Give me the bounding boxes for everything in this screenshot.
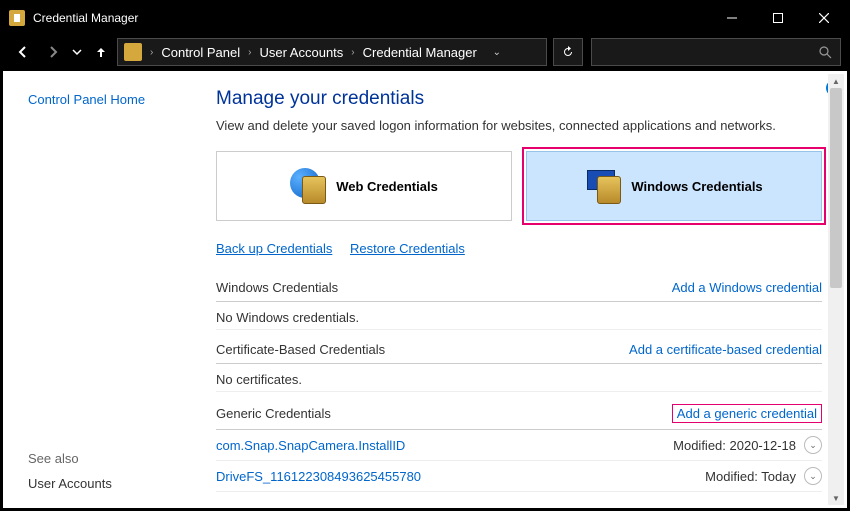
windows-credentials-tile[interactable]: Windows Credentials — [526, 151, 822, 221]
nav-bar: › Control Panel › User Accounts › Creden… — [3, 33, 847, 71]
chevron-down-icon[interactable]: ⌄ — [485, 47, 509, 58]
web-credentials-tile[interactable]: Web Credentials — [216, 151, 512, 221]
sidebar: Control Panel Home See also User Account… — [6, 74, 216, 505]
add-windows-credential-link[interactable]: Add a Windows credential — [672, 280, 822, 295]
title-bar: Credential Manager — [3, 3, 847, 33]
credential-modified: Modified: Today — [705, 469, 796, 484]
vertical-scrollbar[interactable]: ▲ ▼ — [828, 74, 844, 505]
backup-credentials-link[interactable]: Back up Credentials — [216, 241, 332, 256]
up-button[interactable] — [87, 37, 115, 67]
breadcrumb-item[interactable]: User Accounts — [259, 45, 343, 60]
folder-icon — [124, 43, 142, 61]
address-bar[interactable]: › Control Panel › User Accounts › Creden… — [117, 38, 547, 66]
credential-name: com.Snap.SnapCamera.InstallID — [216, 438, 405, 453]
breadcrumb-item[interactable]: Control Panel — [161, 45, 240, 60]
chevron-right-icon: › — [248, 47, 251, 58]
chevron-right-icon: › — [351, 47, 354, 58]
close-button[interactable] — [801, 3, 847, 33]
section-title: Certificate-Based Credentials — [216, 342, 385, 357]
scroll-thumb[interactable] — [830, 88, 842, 288]
expand-icon[interactable]: ⌄ — [804, 467, 822, 485]
back-button[interactable] — [9, 37, 37, 67]
globe-vault-icon — [290, 168, 326, 204]
page-subtext: View and delete your saved logon informa… — [216, 118, 822, 133]
add-generic-credential-link[interactable]: Add a generic credential — [672, 404, 822, 423]
see-also-label: See also — [28, 451, 216, 466]
credential-row[interactable]: DriveFS_116122308493625455780 Modified: … — [216, 461, 822, 492]
forward-button[interactable] — [39, 37, 67, 67]
scroll-up-arrow[interactable]: ▲ — [828, 74, 844, 88]
section-title: Generic Credentials — [216, 406, 331, 421]
search-box[interactable] — [591, 38, 841, 66]
breadcrumb-item[interactable]: Credential Manager — [363, 45, 477, 60]
maximize-button[interactable] — [755, 3, 801, 33]
tile-label: Windows Credentials — [631, 179, 762, 194]
window-title: Credential Manager — [33, 11, 138, 25]
app-icon — [9, 10, 25, 26]
add-cert-credential-link[interactable]: Add a certificate-based credential — [629, 342, 822, 357]
scroll-down-arrow[interactable]: ▼ — [828, 491, 844, 505]
minimize-button[interactable] — [709, 3, 755, 33]
section-title: Windows Credentials — [216, 280, 338, 295]
tile-label: Web Credentials — [336, 179, 438, 194]
user-accounts-link[interactable]: User Accounts — [28, 476, 216, 491]
page-heading: Manage your credentials — [216, 88, 822, 110]
control-panel-home-link[interactable]: Control Panel Home — [28, 92, 216, 107]
search-icon — [818, 45, 832, 59]
credential-row[interactable]: com.Snap.SnapCamera.InstallID Modified: … — [216, 430, 822, 461]
refresh-button[interactable] — [553, 38, 583, 66]
main-content: ? Manage your credentials View and delet… — [216, 74, 844, 505]
chevron-right-icon: › — [150, 47, 153, 58]
recent-locations-button[interactable] — [69, 37, 85, 67]
credential-name: DriveFS_116122308493625455780 — [216, 469, 421, 484]
credential-modified: Modified: 2020-12-18 — [673, 438, 796, 453]
restore-credentials-link[interactable]: Restore Credentials — [350, 241, 465, 256]
monitor-vault-icon — [585, 168, 621, 204]
section-empty-text: No Windows credentials. — [216, 302, 822, 330]
expand-icon[interactable]: ⌄ — [804, 436, 822, 454]
section-empty-text: No certificates. — [216, 364, 822, 392]
